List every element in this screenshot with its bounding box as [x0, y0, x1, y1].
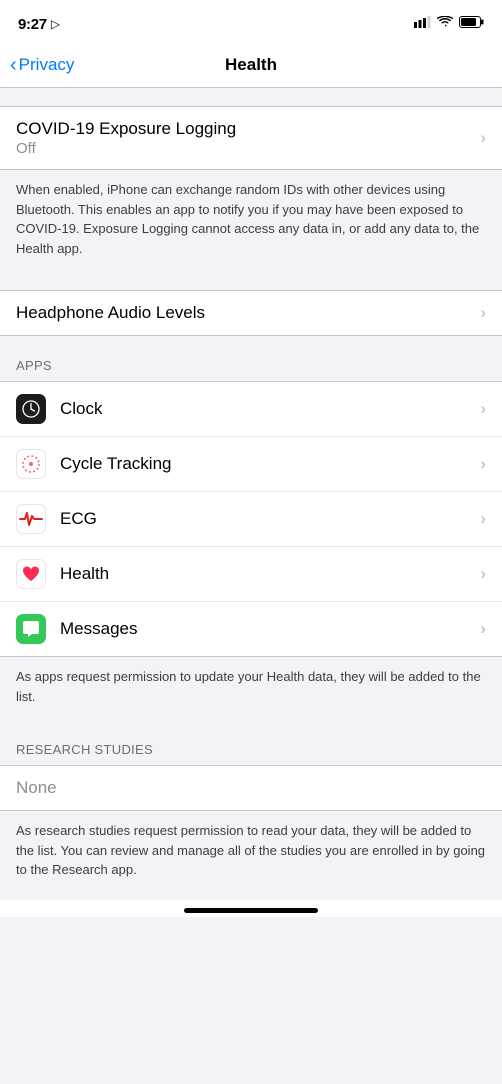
covid-row[interactable]: COVID-19 Exposure Logging Off › — [0, 107, 502, 169]
clock-label: Clock — [60, 399, 472, 419]
back-button[interactable]: ‹ Privacy — [10, 55, 74, 75]
apps-footer: As apps request permission to update you… — [0, 657, 502, 720]
battery-icon — [459, 15, 484, 33]
wifi-icon — [437, 15, 453, 33]
location-icon: ▷ — [51, 17, 60, 31]
covid-subtitle: Off — [16, 140, 472, 157]
messages-app-icon — [16, 614, 46, 644]
apps-section-header: APPS — [0, 336, 502, 381]
headphone-section: Headphone Audio Levels › — [0, 290, 502, 336]
home-indicator — [0, 900, 502, 917]
ecg-app-icon — [16, 504, 46, 534]
cycle-chevron-icon: › — [480, 454, 486, 474]
status-time: 9:27 — [18, 16, 47, 33]
ecg-row-content: ECG — [60, 509, 472, 529]
ecg-label: ECG — [60, 509, 472, 529]
research-none: None — [0, 765, 502, 811]
headphone-title: Headphone Audio Levels — [16, 303, 472, 323]
status-icons — [414, 15, 484, 33]
clock-row-content: Clock — [60, 399, 472, 419]
messages-label: Messages — [60, 619, 472, 639]
research-footer: As research studies request permission t… — [0, 811, 502, 900]
headphone-row-content: Headphone Audio Levels — [16, 303, 472, 323]
health-row[interactable]: Health › — [0, 547, 502, 602]
messages-chevron-icon: › — [480, 619, 486, 639]
home-bar — [184, 908, 318, 913]
cycle-row[interactable]: Cycle Tracking › — [0, 437, 502, 492]
nav-bar: ‹ Privacy Health — [0, 44, 502, 88]
health-chevron-icon: › — [480, 564, 486, 584]
clock-app-icon — [16, 394, 46, 424]
clock-row[interactable]: Clock › — [0, 382, 502, 437]
covid-section: COVID-19 Exposure Logging Off › — [0, 106, 502, 170]
messages-row[interactable]: Messages › — [0, 602, 502, 656]
page-title: Health — [225, 55, 277, 75]
covid-title: COVID-19 Exposure Logging — [16, 119, 472, 139]
messages-row-content: Messages — [60, 619, 472, 639]
spacer-1 — [0, 88, 502, 106]
health-app-icon — [16, 559, 46, 589]
ecg-row[interactable]: ECG › — [0, 492, 502, 547]
spacer-2 — [0, 272, 502, 290]
health-label: Health — [60, 564, 472, 584]
status-bar: 9:27 ▷ — [0, 0, 502, 44]
covid-chevron-icon: › — [480, 128, 486, 148]
health-row-content: Health — [60, 564, 472, 584]
cycle-app-icon — [16, 449, 46, 479]
clock-chevron-icon: › — [480, 399, 486, 419]
covid-description: When enabled, iPhone can exchange random… — [0, 170, 502, 272]
headphone-chevron-icon: › — [480, 303, 486, 323]
back-chevron-icon: ‹ — [10, 55, 17, 75]
research-section-header: RESEARCH STUDIES — [0, 720, 502, 765]
back-label: Privacy — [19, 55, 75, 75]
headphone-row[interactable]: Headphone Audio Levels › — [0, 291, 502, 335]
cycle-row-content: Cycle Tracking — [60, 454, 472, 474]
covid-row-content: COVID-19 Exposure Logging Off — [16, 119, 472, 157]
apps-list: Clock › Cycle Tracking › ECG › — [0, 381, 502, 657]
ecg-chevron-icon: › — [480, 509, 486, 529]
cycle-label: Cycle Tracking — [60, 454, 472, 474]
signal-icon — [414, 15, 431, 33]
